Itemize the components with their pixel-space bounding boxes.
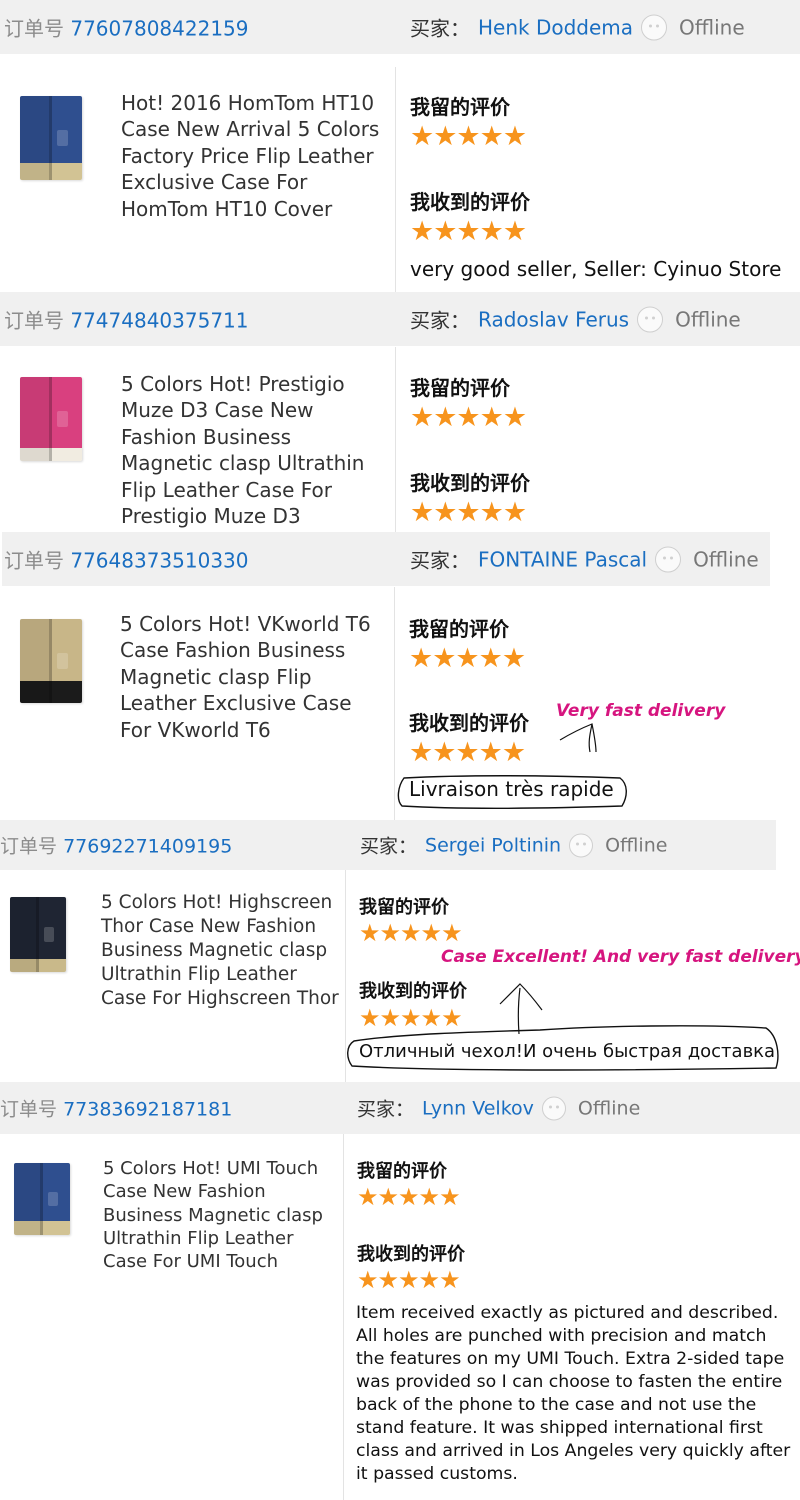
buyer-status: Offline bbox=[675, 307, 741, 331]
product-title-link[interactable]: Hot! 2016 HomTom HT10 Case New Arrival 5… bbox=[121, 90, 386, 222]
buyer-label: 买家： bbox=[410, 16, 470, 41]
buyer-info: 买家： Sergei Poltinin Offline bbox=[360, 832, 667, 859]
translation-annotation: Case Excellent! And very fast delivery bbox=[441, 947, 800, 967]
product-thumbnail[interactable] bbox=[10, 897, 66, 972]
product-thumbnail[interactable] bbox=[20, 619, 82, 703]
column-divider bbox=[345, 870, 346, 1082]
my-rating-label: 我留的评价 bbox=[410, 95, 510, 119]
order-number-label: 订单号 bbox=[0, 1098, 58, 1121]
buyer-status: Offline bbox=[577, 1097, 641, 1119]
my-rating-label: 我留的评价 bbox=[357, 1161, 447, 1182]
received-rating-label: 我收到的评价 bbox=[359, 981, 467, 1002]
order-number: 订单号 77383692187181 bbox=[0, 1095, 232, 1122]
column-divider bbox=[395, 347, 396, 532]
order-header: 订单号 77692271409195 买家： Sergei Poltinin O… bbox=[0, 820, 776, 870]
order-header: 订单号 77474840375711 买家： Radoslav Ferus Of… bbox=[0, 292, 800, 346]
my-rating-label: 我留的评价 bbox=[409, 617, 509, 641]
buyer-status-icon bbox=[569, 833, 594, 857]
order-number-label: 订单号 bbox=[4, 308, 64, 333]
order-number-label: 订单号 bbox=[4, 16, 64, 41]
my-rating-stars: ★★★★★ bbox=[359, 919, 463, 947]
buyer-status: Offline bbox=[693, 547, 759, 571]
review-comment: Отличный чехол!И очень быстрая доставка bbox=[359, 1041, 776, 1062]
received-rating-stars: ★★★★★ bbox=[359, 1004, 463, 1032]
buyer-label: 买家： bbox=[410, 308, 470, 333]
received-rating-label: 我收到的评价 bbox=[410, 190, 530, 214]
buyer-status-icon bbox=[641, 14, 668, 40]
order-header: 订单号 77607808422159 买家： Henk Doddema Offl… bbox=[0, 0, 800, 54]
order-number-link[interactable]: 77383692187181 bbox=[63, 1099, 232, 1121]
order-section: 订单号 77383692187181 买家： Lynn Velkov Offli… bbox=[0, 1082, 800, 1500]
review-comment: Livraison très rapide bbox=[409, 777, 614, 801]
product-thumbnail[interactable] bbox=[14, 1163, 70, 1235]
order-number-link[interactable]: 77474840375711 bbox=[70, 309, 248, 333]
product-title-link[interactable]: 5 Colors Hot! Prestigio Muze D3 Case New… bbox=[121, 371, 386, 529]
product-title-link[interactable]: 5 Colors Hot! Highscreen Thor Case New F… bbox=[101, 891, 341, 1011]
buyer-status: Offline bbox=[605, 834, 668, 856]
order-number-label: 订单号 bbox=[0, 835, 58, 858]
received-rating-label: 我收到的评价 bbox=[409, 711, 529, 735]
received-rating-stars: ★★★★★ bbox=[409, 737, 526, 768]
product-title-link[interactable]: 5 Colors Hot! UMI Touch Case New Fashion… bbox=[103, 1157, 338, 1273]
buyer-label: 买家： bbox=[357, 1098, 415, 1121]
order-number: 订单号 77692271409195 bbox=[0, 832, 232, 859]
buyer-label: 买家： bbox=[410, 548, 470, 573]
order-number-link[interactable]: 77692271409195 bbox=[63, 836, 232, 858]
my-rating-label: 我留的评价 bbox=[359, 897, 449, 918]
buyer-info: 买家： Henk Doddema Offline bbox=[410, 13, 745, 42]
order-number-link[interactable]: 77648373510330 bbox=[70, 549, 248, 573]
buyer-name-link[interactable]: Henk Doddema bbox=[478, 15, 633, 39]
order-number: 订单号 77648373510330 bbox=[4, 545, 249, 574]
my-rating-label: 我留的评价 bbox=[410, 376, 510, 400]
review-comment: Item received exactly as pictured and de… bbox=[356, 1303, 791, 1484]
received-rating-label: 我收到的评价 bbox=[357, 1244, 465, 1265]
column-divider bbox=[343, 1134, 344, 1500]
order-number: 订单号 77607808422159 bbox=[4, 13, 249, 42]
buyer-info: 买家： Lynn Velkov Offline bbox=[357, 1095, 640, 1122]
order-header: 订单号 77383692187181 买家： Lynn Velkov Offli… bbox=[0, 1082, 800, 1134]
buyer-name-link[interactable]: Radoslav Ferus bbox=[478, 307, 629, 331]
received-rating-label: 我收到的评价 bbox=[410, 471, 530, 495]
buyer-status-icon bbox=[541, 1096, 566, 1120]
column-divider bbox=[395, 67, 396, 292]
order-section: 订单号 77648373510330 买家： FONTAINE Pascal O… bbox=[0, 532, 800, 820]
order-section: 订单号 77692271409195 买家： Sergei Poltinin O… bbox=[0, 820, 800, 1082]
product-thumbnail[interactable] bbox=[20, 96, 82, 180]
translation-annotation: Very fast delivery bbox=[556, 701, 726, 721]
buyer-name-link[interactable]: Lynn Velkov bbox=[422, 1097, 534, 1119]
received-rating-stars: ★★★★★ bbox=[410, 216, 527, 247]
review-comment: very good seller, Seller: Cyinuo Store bbox=[410, 257, 782, 281]
order-section: 订单号 77607808422159 买家： Henk Doddema Offl… bbox=[0, 0, 800, 292]
my-rating-stars: ★★★★★ bbox=[357, 1183, 461, 1211]
my-rating-stars: ★★★★★ bbox=[409, 643, 526, 674]
my-rating-stars: ★★★★★ bbox=[410, 121, 527, 152]
product-title-link[interactable]: 5 Colors Hot! VKworld T6 Case Fashion Bu… bbox=[120, 611, 385, 743]
buyer-info: 买家： FONTAINE Pascal Offline bbox=[410, 545, 759, 574]
buyer-name-link[interactable]: Sergei Poltinin bbox=[425, 834, 561, 856]
order-number: 订单号 77474840375711 bbox=[4, 305, 249, 334]
received-rating-stars: ★★★★★ bbox=[357, 1266, 461, 1294]
my-rating-stars: ★★★★★ bbox=[410, 402, 527, 433]
buyer-status-icon bbox=[637, 306, 664, 332]
column-divider bbox=[394, 587, 395, 820]
buyer-name-link[interactable]: FONTAINE Pascal bbox=[478, 547, 647, 571]
buyer-status-icon bbox=[655, 546, 682, 572]
order-number-link[interactable]: 77607808422159 bbox=[70, 17, 248, 41]
buyer-label: 买家： bbox=[360, 835, 418, 858]
received-rating-stars: ★★★★★ bbox=[410, 497, 527, 528]
order-section: 订单号 77474840375711 买家： Radoslav Ferus Of… bbox=[0, 292, 800, 532]
buyer-info: 买家： Radoslav Ferus Offline bbox=[410, 305, 741, 334]
order-header: 订单号 77648373510330 买家： FONTAINE Pascal O… bbox=[2, 532, 770, 586]
product-thumbnail[interactable] bbox=[20, 377, 82, 461]
order-number-label: 订单号 bbox=[4, 548, 64, 573]
buyer-status: Offline bbox=[679, 15, 745, 39]
